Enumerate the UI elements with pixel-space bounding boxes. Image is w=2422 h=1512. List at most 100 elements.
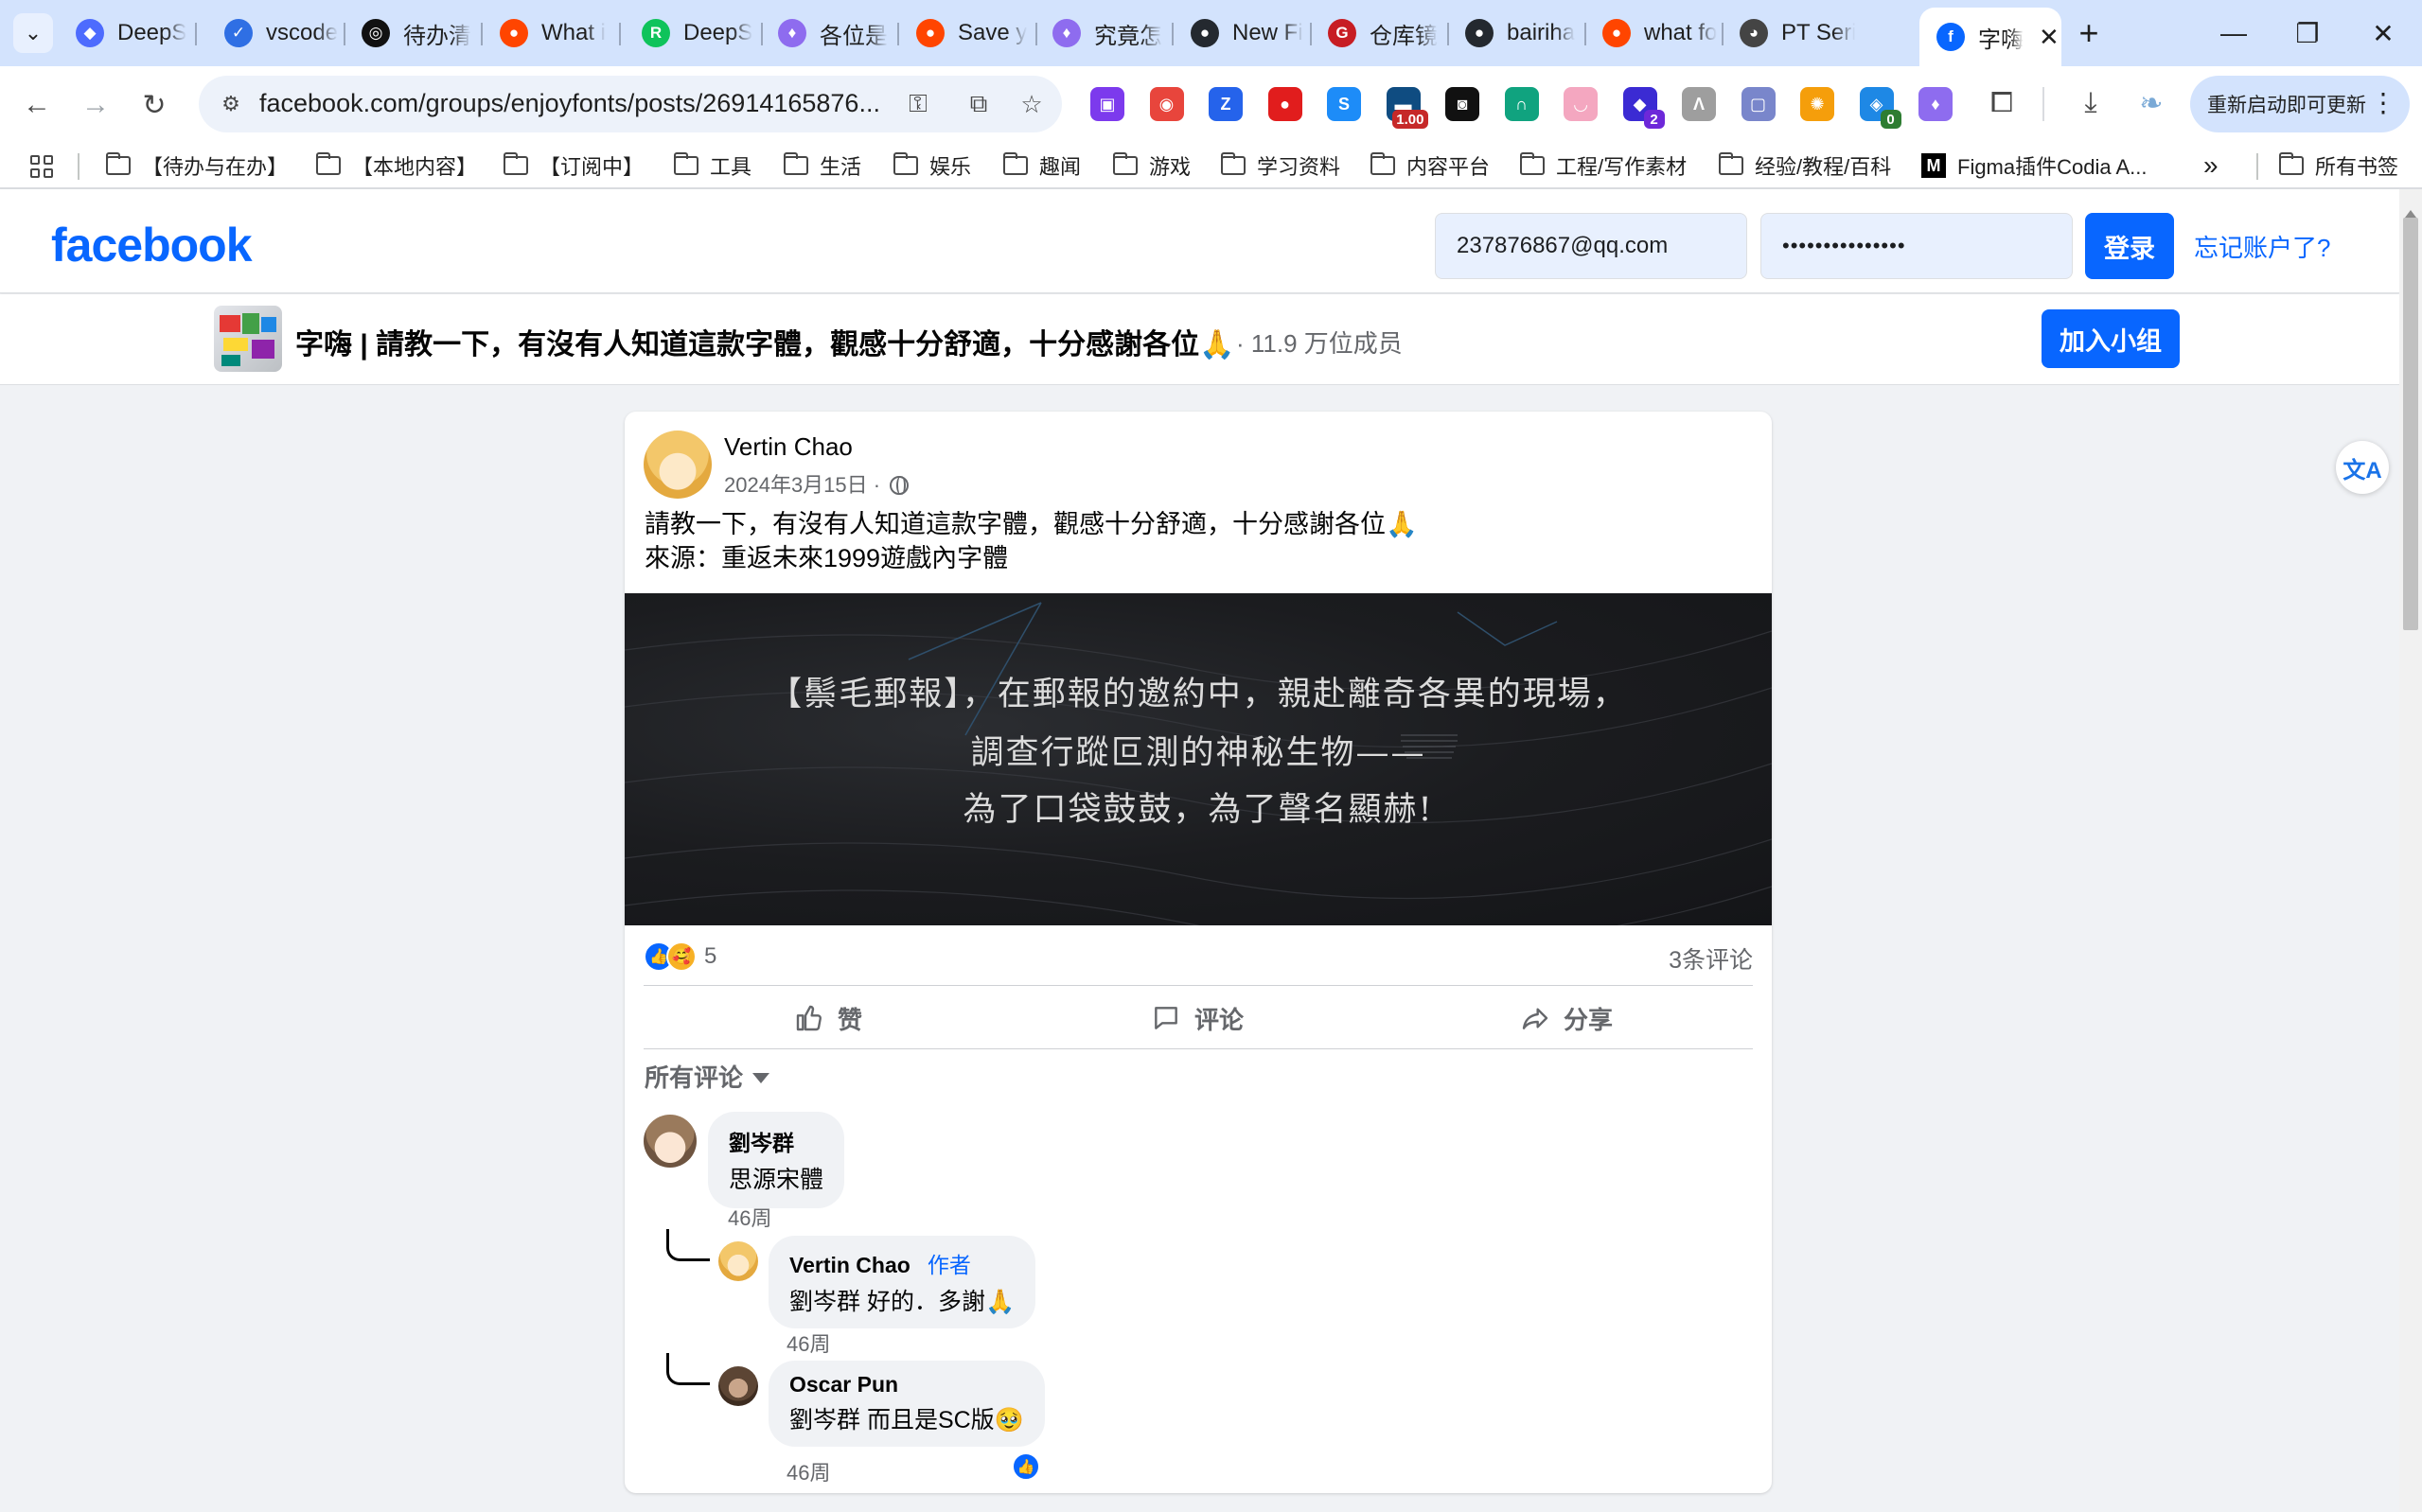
apps-grid-icon[interactable] [30, 155, 53, 178]
browser-tab[interactable]: ● bairiha [1448, 11, 1581, 55]
bookmark-label: 生活 [820, 155, 862, 179]
square-ext-icon[interactable]: ▢ [1741, 87, 1776, 121]
bookmarks-overflow-button[interactable]: » [2203, 150, 2219, 180]
cat-ext-icon[interactable]: ◡ [1564, 87, 1598, 121]
speed-ext-icon[interactable]: ▬ 1.00 [1386, 87, 1428, 129]
page-scrollbar[interactable] [2399, 189, 2422, 1512]
browser-tab[interactable]: ◎ 待办清 [345, 11, 477, 55]
browser-tab[interactable]: ● What i [483, 11, 615, 55]
bookmark-folder[interactable]: 【待办与在办】 [105, 151, 288, 180]
share-button[interactable]: 分享 [1382, 986, 1751, 1050]
browser-tab[interactable]: ◕ PT Seri [1723, 11, 1855, 55]
browser-tab[interactable]: G 仓库镜 [1311, 11, 1443, 55]
comment-button[interactable]: 评论 [1013, 986, 1382, 1050]
zotero-ext-icon[interactable]: Z [1209, 87, 1243, 121]
color-ring-ext-icon[interactable]: ◉ [1149, 87, 1184, 121]
bookmark-folder[interactable]: 经验/教程/百科 [1718, 151, 1891, 180]
post-image[interactable]: 【鬃毛郵報】，在郵報的邀約中，親赴離奇各異的現場， 調查行蹤叵測的神秘生物—— … [625, 593, 1772, 925]
globe-icon [890, 476, 910, 495]
scroll-up-arrow-icon[interactable] [2405, 210, 2416, 218]
comment-text: 劉岑群 好的．多謝🙏 [789, 1289, 1016, 1315]
new-tab-button[interactable]: + [2067, 11, 2111, 55]
browser-tab[interactable]: ♦ 各位是 [761, 11, 893, 55]
browser-tab[interactable]: ◆ DeepS [59, 11, 191, 55]
reaction-summary[interactable]: 👍 🥰 5 [644, 940, 716, 974]
comment-timestamp[interactable]: 46周 [787, 1456, 830, 1486]
bookmark-folder[interactable]: 游戏 [1112, 151, 1191, 180]
commenter-avatar[interactable] [718, 1241, 758, 1281]
comment-timestamp[interactable]: 46周 [728, 1202, 771, 1232]
bookmark-star-icon[interactable]: ☆ [1015, 87, 1049, 121]
group-title[interactable]: 字嗨 | 請教一下，有沒有人知道這款字體，觀感十分舒適，十分感謝各位🙏 [295, 321, 1234, 362]
author-avatar[interactable] [644, 431, 712, 499]
site-info-icon[interactable]: ⚙ [214, 87, 248, 121]
install-app-icon[interactable]: ⧉ [962, 87, 996, 121]
bird-profile-icon[interactable]: ❧ [2130, 81, 2173, 125]
all-bookmarks-folder[interactable]: 所有书签 [2278, 151, 2398, 180]
login-button[interactable]: 登录 [2085, 213, 2174, 279]
group-cover-thumbnail[interactable] [214, 306, 282, 372]
comment-timestamp[interactable]: 46周 [787, 1327, 830, 1358]
purple-leaf-ext-icon[interactable]: ♦ [1918, 87, 1953, 121]
all-comments-filter[interactable]: 所有评论 [645, 1059, 770, 1094]
comment-like-reaction-icon[interactable]: 👍 [1012, 1452, 1040, 1481]
blue-s-ext-icon[interactable]: S [1327, 87, 1361, 121]
purple-ext-icon[interactable]: ▣ [1090, 87, 1124, 121]
browser-tab[interactable]: ♦ 究竟怎 [1035, 11, 1168, 55]
forward-button[interactable]: → [74, 83, 117, 127]
password-key-icon[interactable]: ⚿ [901, 87, 935, 121]
email-field[interactable]: 237876867@qq.com [1435, 213, 1747, 279]
facebook-logo[interactable]: facebook [51, 218, 253, 273]
browser-tab[interactable]: f 字嗨 ✕ [1919, 8, 2061, 66]
browser-tab[interactable]: ✓ vscode [207, 11, 340, 55]
bookmark-folder[interactable]: 学习资料 [1220, 151, 1340, 180]
bookmark-folder[interactable]: 娱乐 [893, 151, 971, 180]
commenter-avatar[interactable] [718, 1366, 758, 1406]
join-group-button[interactable]: 加入小组 [2042, 309, 2180, 368]
commenter-name[interactable]: Oscar Pun [789, 1372, 1024, 1398]
like-button[interactable]: 赞 [644, 986, 1013, 1050]
address-bar[interactable]: ⚙ facebook.com/groups/enjoyfonts/posts/2… [199, 76, 1062, 132]
url-text[interactable]: facebook.com/groups/enjoyfonts/posts/269… [259, 89, 880, 118]
shield-ext-icon[interactable]: ◈ 0 [1859, 87, 1901, 129]
adblock-ext-icon[interactable]: ● [1267, 87, 1302, 121]
browser-tab[interactable]: R DeepS [625, 11, 757, 55]
post-date[interactable]: 2024年3月15日 · [724, 468, 910, 499]
back-button[interactable]: ← [15, 83, 59, 127]
bookmark-folder[interactable]: 内容平台 [1370, 151, 1490, 180]
bookmark-codia[interactable]: M Figma插件Codia A... [1921, 151, 2148, 180]
reload-button[interactable]: ↻ [133, 83, 176, 127]
bookmark-folder[interactable]: 【订阅中】 [503, 151, 644, 180]
bookmark-folder[interactable]: 趣闻 [1002, 151, 1081, 180]
restore-window-button[interactable]: ❐ [2279, 9, 2336, 57]
comment-count-link[interactable]: 3条评论 [1669, 941, 1753, 976]
post-author-name[interactable]: Vertin Chao [724, 432, 853, 462]
cube-ext-icon[interactable]: ◆ 2 [1622, 87, 1665, 129]
bookmark-folder[interactable]: 生活 [783, 151, 862, 180]
close-window-button[interactable]: ✕ [2355, 9, 2412, 57]
password-field[interactable]: ••••••••••••••• [1760, 213, 2073, 279]
translate-icon[interactable]: 文A [2336, 441, 2389, 494]
globe-ext-icon[interactable]: ✺ [1800, 87, 1834, 121]
minimize-window-button[interactable]: — [2205, 9, 2262, 57]
commenter-avatar[interactable] [644, 1115, 697, 1168]
close-tab-icon[interactable]: ✕ [2039, 23, 2060, 52]
bookmark-folder[interactable]: 【本地内容】 [315, 151, 477, 180]
browser-tab[interactable]: ● Save y [899, 11, 1032, 55]
downloads-icon[interactable]: ⤓ [2069, 81, 2113, 125]
commenter-name[interactable]: 劉岑群 [729, 1125, 823, 1157]
browser-tab[interactable]: ● what fo [1585, 11, 1718, 55]
arch-ext-icon[interactable]: ∩ [1504, 87, 1539, 121]
tab-search-dropdown[interactable]: ⌄ [13, 13, 53, 53]
bookmark-folder[interactable]: 工具 [673, 151, 751, 180]
glasses-ext-icon[interactable]: ◙ [1445, 87, 1479, 121]
bookmark-folder[interactable]: 工程/写作素材 [1519, 151, 1687, 180]
more-menu-icon[interactable]: ⋮ [2370, 87, 2396, 118]
mountain-ext-icon[interactable]: Λ [1682, 87, 1716, 121]
extensions-puzzle-icon[interactable]: ⧠ [1980, 81, 2024, 125]
commenter-name[interactable]: Vertin Chao 作者 [789, 1247, 1015, 1279]
browser-tab[interactable]: ● New Fi [1174, 11, 1306, 55]
scrollbar-thumb[interactable] [2403, 218, 2418, 630]
forgot-account-link[interactable]: 忘记账户了? [2194, 229, 2330, 264]
update-chrome-button[interactable]: 重新启动即可更新 ⋮ [2190, 76, 2410, 132]
